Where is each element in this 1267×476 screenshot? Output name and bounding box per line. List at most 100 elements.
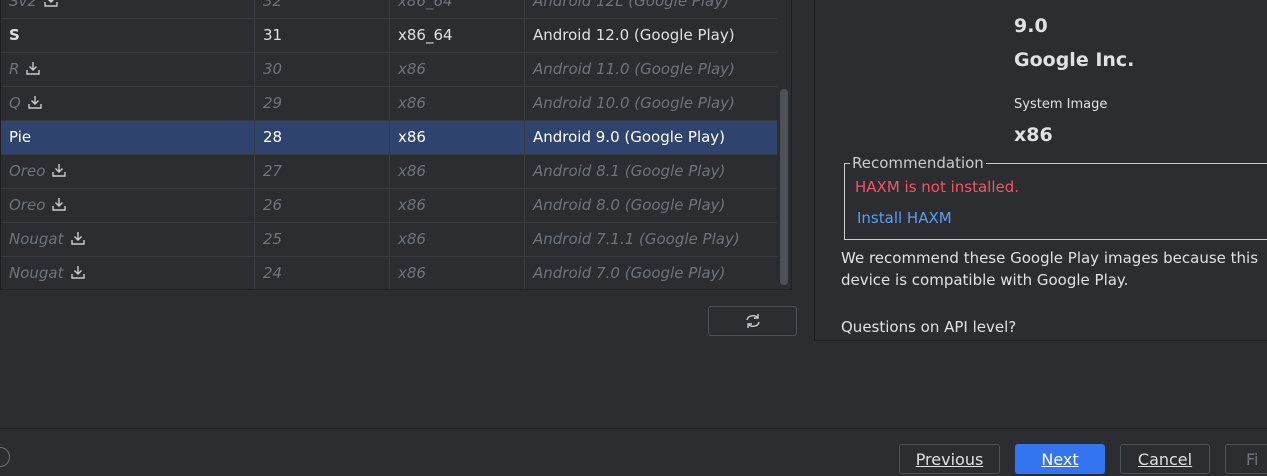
- abi-cell: x86: [390, 189, 525, 222]
- release-name-cell: S: [1, 19, 255, 52]
- target-cell-text: Android 7.1.1 (Google Play): [533, 230, 740, 248]
- table-row[interactable]: Pie 28 x86 Android 9.0 (Google Play): [1, 121, 777, 155]
- api-level-cell-text: 31: [263, 26, 283, 44]
- target-cell-text: Android 8.0 (Google Play): [533, 196, 726, 214]
- abi-cell-text: x86: [398, 196, 426, 214]
- api-level-cell-text: 30: [263, 60, 283, 78]
- abi-cell: x86: [390, 121, 525, 154]
- abi-cell-text: x86: [398, 60, 426, 78]
- previous-button[interactable]: Previous: [899, 444, 1000, 474]
- target-cell-text: Android 7.0 (Google Play): [533, 264, 726, 282]
- system-image-label: System Image: [1014, 97, 1108, 112]
- download-icon[interactable]: [70, 230, 86, 246]
- download-icon[interactable]: [51, 196, 67, 212]
- table-row[interactable]: Oreo 26 x86 Android 8.0 (Google Play): [1, 189, 777, 223]
- release-name-cell: Q: [1, 87, 255, 120]
- api-level-cell-text: 27: [263, 162, 283, 180]
- finish-button-label: Fi: [1246, 449, 1259, 469]
- release-name-cell-text: Nougat: [9, 230, 64, 248]
- abi-cell-text: x86: [398, 162, 426, 180]
- abi-cell-text: x86_64: [398, 26, 453, 44]
- table-row[interactable]: Nougat 25 x86 Android 7.1.1 (Google Play): [1, 223, 777, 257]
- system-image-value: x86: [1014, 124, 1053, 146]
- next-button[interactable]: Next: [1015, 444, 1105, 474]
- api-level-cell: 30: [255, 53, 390, 86]
- download-icon[interactable]: [25, 60, 41, 76]
- target-cell-text: Android 12.0 (Google Play): [533, 26, 735, 44]
- api-level-cell: 27: [255, 155, 390, 188]
- download-icon[interactable]: [43, 0, 59, 8]
- table-row[interactable]: Nougat 24 x86 Android 7.0 (Google Play): [1, 257, 777, 289]
- refresh-icon: [745, 314, 760, 328]
- release-name-cell-text: Oreo: [9, 162, 46, 180]
- release-name-cell: Oreo: [1, 155, 255, 188]
- release-name-cell-text: Nougat: [9, 264, 64, 282]
- api-level-cell: 24: [255, 257, 390, 289]
- previous-button-label: Previous: [915, 449, 984, 469]
- recommendation-title: Recommendation: [850, 154, 986, 172]
- download-icon[interactable]: [70, 264, 86, 280]
- target-cell: Android 8.0 (Google Play): [525, 189, 777, 222]
- target-cell: Android 12L (Google Play): [525, 0, 777, 18]
- table-row[interactable]: Sv2 32 x86_64 Android 12L (Google Play): [1, 0, 777, 19]
- abi-cell: x86_64: [390, 0, 525, 18]
- api-level-cell: 28: [255, 121, 390, 154]
- target-cell: Android 8.1 (Google Play): [525, 155, 777, 188]
- release-name-cell: Sv2: [1, 0, 255, 18]
- release-name-cell: R: [1, 53, 255, 86]
- release-name-cell-text: Q: [9, 94, 21, 112]
- api-level-cell: 29: [255, 87, 390, 120]
- target-cell: Android 9.0 (Google Play): [525, 121, 777, 154]
- download-icon[interactable]: [27, 94, 43, 110]
- release-name-cell-text: Sv2: [9, 0, 37, 10]
- target-cell: Android 10.0 (Google Play): [525, 87, 777, 120]
- system-image-table: Sv2 32 x86_64 Android 12L (Google Play) S 31 x…: [0, 0, 792, 290]
- abi-cell: x86: [390, 53, 525, 86]
- recommendation-box: Recommendation HAXM is not installed. In…: [844, 154, 1267, 240]
- target-cell: Android 7.0 (Google Play): [525, 257, 777, 289]
- abi-cell: x86: [390, 257, 525, 289]
- install-haxm-link[interactable]: Install HAXM: [857, 209, 952, 227]
- refresh-button[interactable]: [708, 306, 797, 336]
- release-name-cell: Oreo: [1, 189, 255, 222]
- target-cell-text: Android 11.0 (Google Play): [533, 60, 735, 78]
- api-level-cell-text: 32: [263, 0, 283, 10]
- table-row[interactable]: Q 29 x86 Android 10.0 (Google Play): [1, 87, 777, 121]
- target-cell-text: Android 9.0 (Google Play): [533, 128, 726, 146]
- target-cell: Android 11.0 (Google Play): [525, 53, 777, 86]
- api-level-cell: 32: [255, 0, 390, 18]
- release-name-cell: Pie: [1, 121, 255, 154]
- api-level-cell: 25: [255, 223, 390, 256]
- cancel-button[interactable]: Cancel: [1120, 444, 1210, 474]
- download-icon[interactable]: [51, 162, 67, 178]
- vendor-value: Google Inc.: [1014, 49, 1135, 71]
- table-row[interactable]: Oreo 27 x86 Android 8.1 (Google Play): [1, 155, 777, 189]
- api-level-cell-text: 26: [263, 196, 283, 214]
- abi-cell-text: x86: [398, 230, 426, 248]
- finish-button[interactable]: Fi: [1225, 444, 1267, 474]
- release-name-cell-text: Pie: [9, 128, 32, 146]
- release-name-cell-text: S: [9, 26, 20, 44]
- abi-cell: x86_64: [390, 19, 525, 52]
- table-row[interactable]: S 31 x86_64 Android 12.0 (Google Play): [1, 19, 777, 53]
- release-name-cell-text: R: [9, 60, 20, 78]
- api-level-question: Questions on API level?: [841, 318, 1017, 336]
- haxm-error-message: HAXM is not installed.: [855, 178, 1020, 196]
- abi-cell: x86: [390, 155, 525, 188]
- help-icon[interactable]: [0, 447, 10, 467]
- api-level-cell-text: 28: [263, 128, 283, 146]
- abi-cell-text: x86_64: [398, 0, 453, 10]
- api-level-cell-text: 24: [263, 264, 283, 282]
- target-cell-text: Android 10.0 (Google Play): [533, 94, 735, 112]
- android-version-value: 9.0: [1014, 15, 1048, 37]
- scrollbar-thumb[interactable]: [780, 89, 788, 285]
- footer-divider: [0, 428, 1267, 429]
- api-level-cell: 26: [255, 189, 390, 222]
- details-panel: 9.0 Google Inc. System Image x86 Recomme…: [814, 0, 1267, 341]
- api-level-cell-text: 29: [263, 94, 283, 112]
- abi-cell-text: x86: [398, 94, 426, 112]
- target-cell: Android 12.0 (Google Play): [525, 19, 777, 52]
- table-scrollbar[interactable]: [777, 0, 791, 289]
- abi-cell: x86: [390, 223, 525, 256]
- table-row[interactable]: R 30 x86 Android 11.0 (Google Play): [1, 53, 777, 87]
